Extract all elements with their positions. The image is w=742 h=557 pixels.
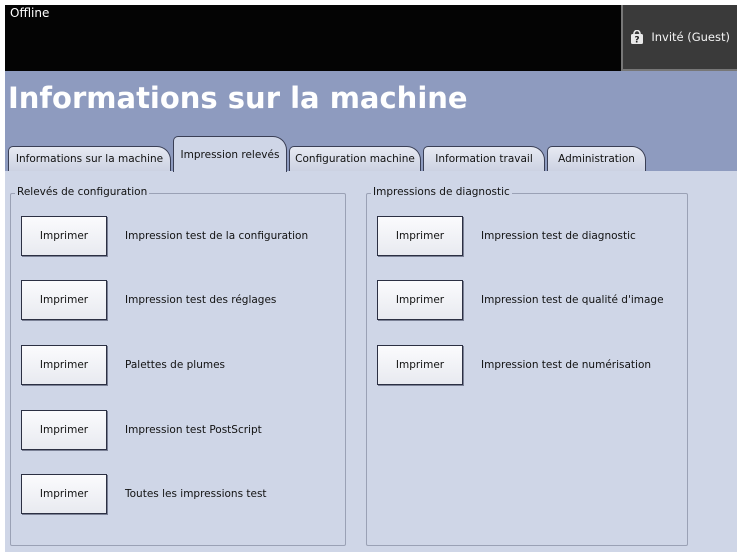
- tab-information-travail[interactable]: Information travail: [423, 146, 545, 171]
- print-label: Impression test de la configuration: [125, 230, 309, 242]
- user-button[interactable]: ? Invité (Guest): [621, 5, 737, 71]
- print-button-palettes-plumes[interactable]: Imprimer: [21, 345, 107, 385]
- print-label: Toutes les impressions test: [125, 488, 267, 500]
- print-label: Impression test de diagnostic: [481, 230, 636, 242]
- print-button-configuration[interactable]: Imprimer: [21, 216, 107, 256]
- screen: Offline ? Invité (Guest) Informations su…: [5, 5, 737, 552]
- print-button-reglages[interactable]: Imprimer: [21, 280, 107, 320]
- print-row: Imprimer Impression test de diagnostic: [377, 216, 636, 256]
- tab-content: Relevés de configuration Imprimer Impres…: [5, 171, 737, 552]
- print-row: Imprimer Impression test de numérisation: [377, 345, 651, 385]
- group-legend: Relevés de configuration: [15, 186, 150, 198]
- svg-text:?: ?: [635, 36, 640, 45]
- tab-configuration-machine[interactable]: Configuration machine: [289, 146, 421, 171]
- print-row: Imprimer Impression test PostScript: [21, 410, 262, 450]
- tab-administration[interactable]: Administration: [547, 146, 646, 171]
- tab-bar: Informations sur la machine Impression r…: [8, 136, 737, 172]
- print-row: Imprimer Impression test des réglages: [21, 280, 276, 320]
- print-label: Impression test PostScript: [125, 424, 262, 436]
- group-impressions-diagnostic: Impressions de diagnostic Imprimer Impre…: [366, 186, 688, 546]
- print-button-diagnostic[interactable]: Imprimer: [377, 216, 463, 256]
- print-row: Imprimer Toutes les impressions test: [21, 474, 267, 514]
- print-row: Imprimer Impression test de qualité d'im…: [377, 280, 664, 320]
- print-button-postscript[interactable]: Imprimer: [21, 410, 107, 450]
- print-label: Impression test de numérisation: [481, 359, 652, 371]
- print-label: Palettes de plumes: [125, 359, 226, 371]
- tab-informations-machine[interactable]: Informations sur la machine: [8, 146, 171, 171]
- print-button-qualite-image[interactable]: Imprimer: [377, 280, 463, 320]
- group-legend: Impressions de diagnostic: [371, 186, 512, 198]
- tab-impression-releves[interactable]: Impression relevés: [173, 136, 287, 172]
- connection-status: Offline: [10, 6, 50, 20]
- top-bar: Offline ? Invité (Guest): [5, 5, 737, 71]
- print-label: Impression test de qualité d'image: [481, 294, 664, 306]
- print-row: Imprimer Impression test de la configura…: [21, 216, 308, 256]
- user-label: Invité (Guest): [651, 30, 730, 44]
- group-releves-configuration: Relevés de configuration Imprimer Impres…: [10, 186, 346, 546]
- print-button-numerisation[interactable]: Imprimer: [377, 345, 463, 385]
- question-lock-icon: ?: [631, 30, 644, 45]
- print-row: Imprimer Palettes de plumes: [21, 345, 225, 385]
- print-label: Impression test des réglages: [125, 294, 277, 306]
- page-title: Informations sur la machine: [8, 81, 468, 115]
- print-button-toutes[interactable]: Imprimer: [21, 474, 107, 514]
